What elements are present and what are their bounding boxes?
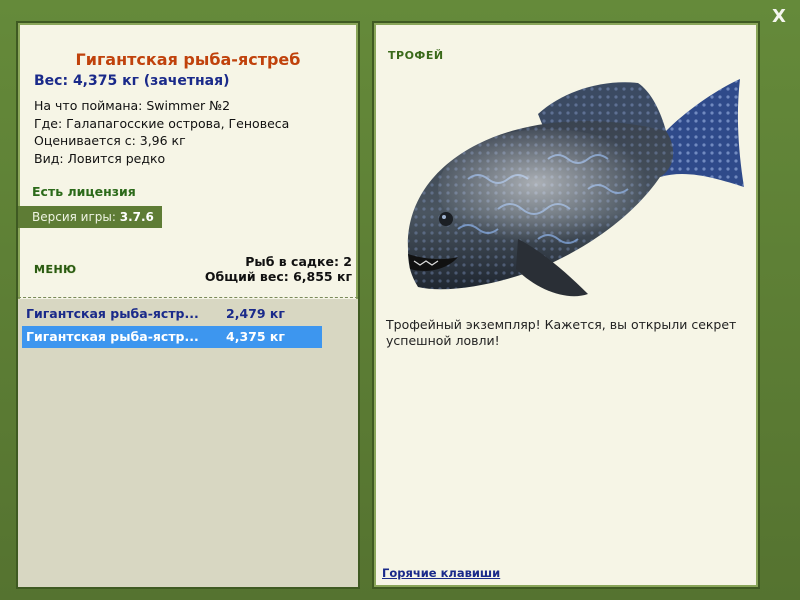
hotkeys-link[interactable]: Горячие клавиши	[382, 566, 500, 580]
game-version-badge: Версия игры: 3.7.6	[18, 206, 162, 228]
list-item-weight: 4,375 кг	[226, 329, 285, 344]
caught-on-text: На что поймана: Swimmer №2	[34, 98, 231, 113]
list-item-weight: 2,479 кг	[226, 306, 285, 321]
version-label: Версия игры:	[32, 210, 116, 224]
catch-list: Гигантская рыба-ястр... 2,479 кг Гигантс…	[18, 299, 358, 587]
location-text: Где: Галапагосские острова, Геновеса	[34, 115, 290, 131]
menu-button[interactable]: МЕНЮ	[34, 263, 77, 276]
trophy-label: ТРОФЕЙ	[388, 49, 444, 62]
version-value: 3.7.6	[119, 210, 154, 224]
total-weight: Общий вес: 6,855 кг	[204, 269, 352, 284]
list-item-selected[interactable]: Гигантская рыба-ястр... 4,375 кг	[22, 326, 322, 348]
fish-info: На что поймана: Swimmer №2 Где: Галапаго…	[34, 97, 289, 167]
fish-weight: Вес: 4,375 кг (зачетная)	[34, 73, 230, 89]
license-status: Есть лицензия	[32, 184, 136, 199]
trophy-description: Трофейный экземпляр! Кажется, вы открыли…	[386, 317, 737, 348]
close-button[interactable]: X	[768, 6, 790, 28]
list-item-name: Гигантская рыба-ястр...	[26, 306, 199, 321]
kind-text: Вид: Ловится редко	[34, 150, 166, 166]
giant-hawkfish-icon	[407, 79, 744, 297]
list-item[interactable]: Гигантская рыба-ястр... 2,479 кг	[22, 303, 322, 325]
divider	[18, 297, 358, 298]
keepnet-stats: Рыб в садке: 2 Общий вес: 6,855 кг	[205, 254, 352, 284]
fish-count: Рыб в садке: 2	[245, 254, 352, 269]
catch-details-panel: Гигантская рыба-ястреб Вес: 4,375 кг (за…	[16, 21, 360, 589]
list-item-name: Гигантская рыба-ястр...	[26, 329, 199, 344]
valued-from-text: Оценивается с: 3,96 кг	[34, 133, 186, 148]
trophy-panel: ТРОФЕЙ Трофейный экземпляр! Кажется, вы …	[372, 21, 760, 589]
fish-name-title: Гигантская рыба-ястреб	[75, 50, 301, 69]
